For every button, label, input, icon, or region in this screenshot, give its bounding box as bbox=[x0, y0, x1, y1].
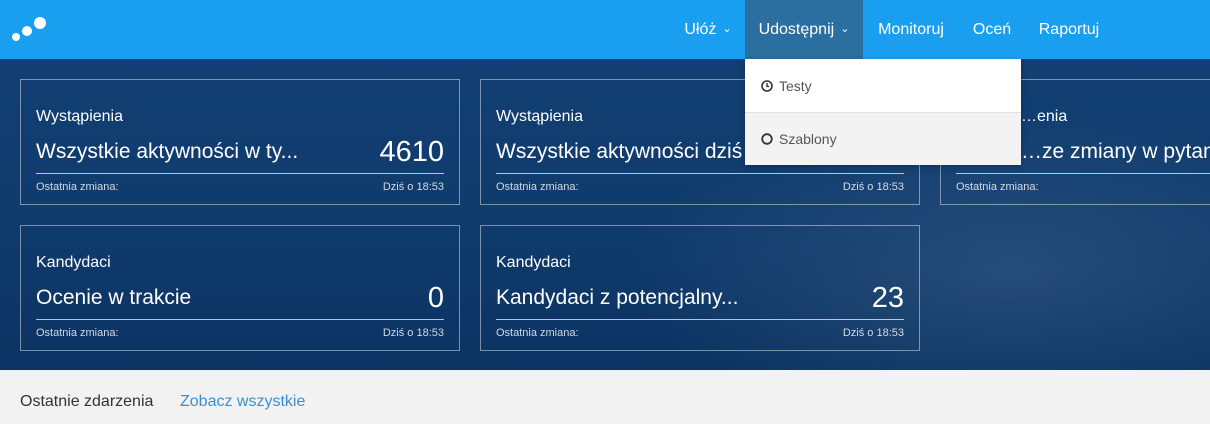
card-footer-label: Ostatnia zmiana: bbox=[36, 327, 119, 339]
card-value: 0 bbox=[427, 282, 444, 314]
card-category: Kandydaci bbox=[36, 254, 111, 271]
nav-item-monitoruj[interactable]: Monitoruj bbox=[863, 0, 959, 59]
divider bbox=[496, 319, 904, 320]
nav-label-ocen: Oceń bbox=[972, 20, 1012, 38]
card-footer-label: Ostatnia zmiana: bbox=[36, 181, 119, 193]
share-dropdown-menu: Testy Szablony bbox=[745, 59, 1021, 165]
card-category: Wystąpienia bbox=[496, 108, 584, 125]
card-footer-time: Dziś o 18:53 bbox=[842, 327, 904, 339]
see-all-link[interactable]: Zobacz wszystkie bbox=[180, 393, 305, 411]
logo[interactable] bbox=[12, 15, 52, 45]
nav-label-monitoruj: Monitoruj bbox=[878, 20, 944, 38]
divider bbox=[956, 173, 1210, 174]
circle-icon bbox=[761, 133, 773, 145]
chevron-down-icon: ⌄ bbox=[722, 23, 732, 35]
card-title: Kandydaci z potencjalny... bbox=[496, 286, 739, 309]
chevron-down-icon: ⌄ bbox=[840, 23, 850, 35]
clock-icon bbox=[761, 79, 773, 92]
card-category: Wystąpienia bbox=[36, 108, 124, 125]
menu-item-label: Szablony bbox=[779, 131, 837, 147]
card-footer-time: Dziś o 18:53 bbox=[382, 181, 444, 193]
nav-item-ocen[interactable]: Oceń bbox=[959, 0, 1025, 59]
menu-item-szablony[interactable]: Szablony bbox=[745, 112, 1021, 165]
divider bbox=[36, 319, 444, 320]
card-category: Kandydaci bbox=[496, 254, 571, 271]
nav-item-uloz[interactable]: Ułóż ⌄ bbox=[671, 0, 745, 59]
menu-item-testy[interactable]: Testy bbox=[745, 59, 1021, 112]
stat-card[interactable]: Kandydaci Kandydaci z potencjalny... 23 … bbox=[480, 225, 920, 351]
dashboard-hero: Wystąpienia Wszystkie aktywności w ty...… bbox=[0, 59, 1210, 370]
divider bbox=[36, 173, 444, 174]
divider bbox=[496, 173, 904, 174]
nav-item-raportuj[interactable]: Raportuj bbox=[1025, 0, 1113, 59]
card-footer-time: Dziś o 18:53 bbox=[382, 327, 444, 339]
card-footer-label: Ostatnia zmiana: bbox=[496, 181, 579, 193]
nav-label-raportuj: Raportuj bbox=[1038, 20, 1100, 38]
card-footer-label: Ostatnia zmiana: bbox=[956, 181, 1039, 193]
card-title: …ze zmiany w pytan... bbox=[1021, 140, 1210, 163]
card-footer-time: Dziś o 18:53 bbox=[842, 181, 904, 193]
card-value: 4610 bbox=[379, 136, 444, 168]
menu-item-label: Testy bbox=[779, 77, 812, 94]
stat-card[interactable]: Wystąpienia Wszystkie aktywności w ty...… bbox=[20, 79, 460, 205]
nav-label-uloz: Ułóż bbox=[684, 20, 717, 38]
card-value: 23 bbox=[871, 282, 904, 314]
card-title: Wszystkie aktywności w ty... bbox=[36, 140, 299, 163]
recent-events-title: Ostatnie zdarzenia bbox=[20, 393, 154, 410]
nav-item-udostepnij[interactable]: Udostępnij ⌄ bbox=[745, 0, 863, 59]
nav-label-udostepnij: Udostępnij bbox=[758, 20, 835, 38]
card-footer-label: Ostatnia zmiana: bbox=[496, 327, 579, 339]
card-title: Ocenie w trakcie bbox=[36, 286, 192, 309]
card-category: …enia bbox=[1021, 108, 1068, 125]
stat-card[interactable]: Kandydaci Ocenie w trakcie 0 Ostatnia zm… bbox=[20, 225, 460, 351]
top-navbar: Ułóż ⌄ Udostępnij ⌄ Monitoruj Oceń Rapor… bbox=[0, 0, 1210, 59]
